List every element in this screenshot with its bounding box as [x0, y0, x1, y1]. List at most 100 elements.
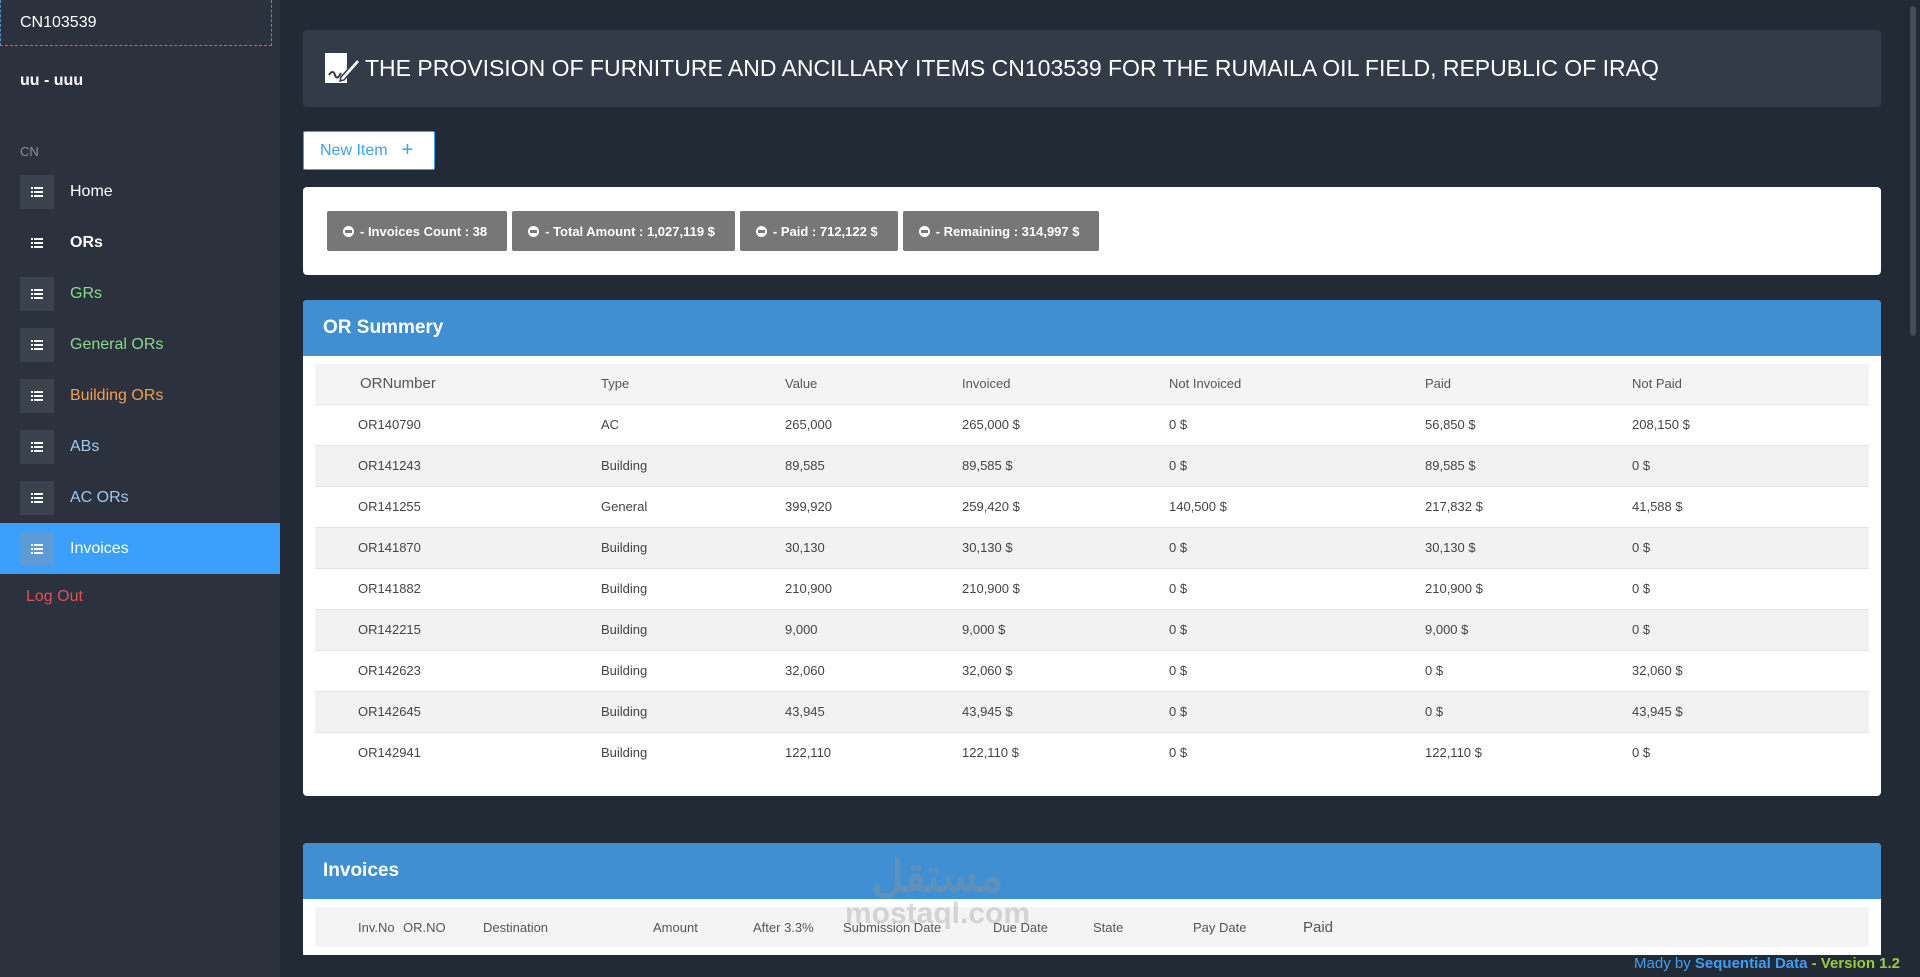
- table-row[interactable]: OR140790 AC 265,000 265,000 $0 $56,850 $208…: [315, 403, 1869, 445]
- table-cell: Building: [601, 567, 785, 609]
- table-row[interactable]: OR142215 Building 9,000 9,000 $0 $9,000 $0 …: [315, 608, 1869, 650]
- user-name: uu - uuu: [20, 72, 84, 89]
- minus-circle-icon: [343, 225, 354, 237]
- sidebar-item-building-ors[interactable]: Building ORs: [0, 370, 280, 421]
- new-item-button[interactable]: New Item +: [303, 131, 435, 170]
- or-summary-panel: OR Summery ORNumber Type Value Invoiced Not …: [303, 300, 1881, 796]
- table-cell: 43,945: [785, 690, 962, 732]
- list-icon: [20, 378, 54, 413]
- table-cell: 0 $: [1632, 731, 1869, 773]
- company-link[interactable]: Sequential Data: [1695, 955, 1808, 972]
- table-cell: 0 $: [1632, 567, 1869, 609]
- table-cell: Building: [601, 526, 785, 568]
- column-header[interactable]: Destination: [483, 907, 653, 947]
- table-cell: 0 $: [1169, 526, 1425, 568]
- sidebar-item-home[interactable]: Home: [0, 166, 280, 217]
- sidebar-item-label: ORs: [70, 233, 103, 251]
- list-icon: [20, 531, 54, 566]
- table-cell: 0 $: [1169, 731, 1425, 773]
- column-header[interactable]: Not Paid: [1632, 364, 1869, 404]
- table-cell: Building: [601, 608, 785, 650]
- table-cell: 210,900: [785, 567, 962, 609]
- table-cell: 0 $: [1169, 403, 1425, 445]
- sidebar-item-ac-ors[interactable]: AC ORs: [0, 472, 280, 523]
- table-cell: 399,920: [785, 485, 962, 527]
- sidebar-item-grs[interactable]: GRs: [0, 268, 280, 319]
- table-row[interactable]: OR142941 Building 122,110 122,110 $0 $122,1…: [315, 731, 1869, 773]
- minus-circle-icon: [755, 225, 767, 237]
- table-cell: OR141870: [315, 526, 601, 568]
- minus-circle-icon: [528, 225, 540, 237]
- table-header-row: ORNumber Type Value Invoiced Not Invoiced Pai…: [315, 364, 1869, 404]
- table-cell: OR142645: [315, 690, 601, 732]
- logout-link[interactable]: Log Out: [0, 574, 280, 606]
- list-icon: [20, 174, 54, 209]
- table-cell: 208,150 $: [1632, 403, 1869, 445]
- sidebar-item-ors[interactable]: ORs: [0, 217, 280, 268]
- table-cell: 89,585 $: [962, 444, 1169, 486]
- table-cell: OR141243: [315, 444, 601, 486]
- table-cell: 43,945 $: [1632, 690, 1869, 732]
- sidebar-item-label: Invoices: [70, 539, 129, 557]
- table-cell: 0 $: [1169, 649, 1425, 691]
- table-cell: 30,130 $: [1425, 526, 1632, 568]
- table-cell: OR141882: [315, 567, 601, 609]
- table-cell: 0 $: [1169, 608, 1425, 650]
- plus-icon: +: [401, 139, 414, 161]
- table-row[interactable]: OR141255 General 399,920 259,420 $140,500 $…: [315, 485, 1869, 527]
- table-cell: 41,588 $: [1632, 485, 1869, 527]
- column-header[interactable]: Amount: [653, 907, 753, 947]
- column-header[interactable]: Type: [601, 364, 785, 404]
- sidebar: CN103539 uu - uuu CN Home ORs GRs General O…: [0, 0, 280, 977]
- sidebar-item-abs[interactable]: ABs: [0, 421, 280, 472]
- table-cell: 122,110: [785, 731, 962, 773]
- table-row[interactable]: OR142623 Building 32,060 32,060 $0 $0 $32,0…: [315, 649, 1869, 691]
- column-header[interactable]: Paid: [1303, 907, 1869, 947]
- table-row[interactable]: OR141870 Building 30,130 30,130 $0 $30,130 …: [315, 526, 1869, 568]
- sidebar-item-invoices[interactable]: Invoices: [0, 523, 280, 574]
- watermark: مستقل mostaql.com: [845, 852, 1031, 930]
- sidebar-item-label: ABs: [70, 437, 100, 455]
- column-header[interactable]: After 3.3%: [753, 907, 843, 947]
- invoices-table: Inv.No OR.NO Destination Amount After 3.3% Su…: [315, 907, 1869, 947]
- column-header[interactable]: ORNumber: [315, 364, 601, 404]
- column-header[interactable]: Not Invoiced: [1169, 364, 1425, 404]
- column-header[interactable]: Value: [785, 364, 962, 404]
- column-header[interactable]: Inv.No: [315, 907, 403, 947]
- table-row[interactable]: OR141243 Building 89,585 89,585 $0 $89,585 …: [315, 444, 1869, 486]
- table-cell: 0 $: [1425, 690, 1632, 732]
- table-cell: 43,945 $: [962, 690, 1169, 732]
- table-cell: 30,130: [785, 526, 962, 568]
- table-cell: 56,850 $: [1425, 403, 1632, 445]
- stat-total-amount: - Total Amount : 1,027,119 $: [512, 211, 735, 251]
- table-cell: 32,060 $: [1632, 649, 1869, 691]
- stat-paid: - Paid : 712,122 $: [739, 211, 898, 251]
- sidebar-item-label: Home: [70, 182, 113, 200]
- table-cell: 217,832 $: [1425, 485, 1632, 527]
- table-cell: Building: [601, 649, 785, 691]
- table-row[interactable]: OR141882 Building 210,900 210,900 $0 $210,9…: [315, 567, 1869, 609]
- column-header[interactable]: Pay Date: [1193, 907, 1303, 947]
- sidebar-item-general-ors[interactable]: General ORs: [0, 319, 280, 370]
- table-cell: 0 $: [1169, 567, 1425, 609]
- scrollbar[interactable]: [1910, 6, 1916, 336]
- column-header[interactable]: OR.NO: [403, 907, 483, 947]
- table-cell: Building: [601, 690, 785, 732]
- version-label: - Version 1.2: [1811, 955, 1900, 972]
- project-code[interactable]: CN103539: [0, 0, 272, 46]
- table-header-row: Inv.No OR.NO Destination Amount After 3.3% Su…: [315, 907, 1869, 947]
- table-cell: 32,060 $: [962, 649, 1169, 691]
- table-cell: 0 $: [1169, 444, 1425, 486]
- column-header[interactable]: Invoiced: [962, 364, 1169, 404]
- table-cell: OR140790: [315, 403, 601, 445]
- sidebar-item-label: AC ORs: [70, 488, 129, 506]
- table-cell: 0 $: [1632, 608, 1869, 650]
- table-cell: 89,585: [785, 444, 962, 486]
- column-header[interactable]: State: [1093, 907, 1193, 947]
- column-header[interactable]: Paid: [1425, 364, 1632, 404]
- stats-bar: - Invoices Count : 38 - Total Amount : 1…: [303, 187, 1881, 275]
- table-cell: 0 $: [1425, 649, 1632, 691]
- list-icon: [20, 276, 54, 311]
- table-row[interactable]: OR142645 Building 43,945 43,945 $0 $0 $43,9…: [315, 690, 1869, 732]
- table-cell: 259,420 $: [962, 485, 1169, 527]
